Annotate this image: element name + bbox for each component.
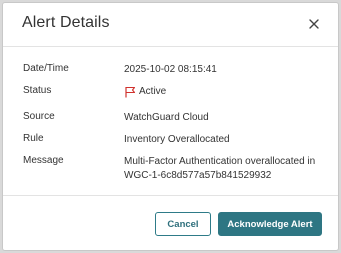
- dialog-header: Alert Details: [3, 3, 338, 47]
- rule-label: Rule: [23, 133, 44, 144]
- flag-icon: [124, 86, 136, 98]
- cancel-button[interactable]: Cancel: [155, 212, 211, 236]
- date-time-label: Date/Time: [23, 63, 69, 74]
- source-label: Source: [23, 111, 55, 122]
- acknowledge-alert-button[interactable]: Acknowledge Alert: [218, 212, 322, 236]
- dialog-title: Alert Details: [22, 14, 110, 31]
- close-icon: [309, 19, 319, 29]
- date-time-value: 2025-10-02 08:15:41: [124, 64, 217, 75]
- message-value: Multi-Factor Authentication overallocate…: [124, 156, 316, 181]
- status-label: Status: [23, 85, 52, 96]
- status-value: Active: [139, 86, 167, 97]
- alert-details-dialog: Alert Details Date/Time 2025-10-02 08:15…: [2, 2, 339, 251]
- close-button[interactable]: [306, 16, 322, 32]
- rule-value: Inventory Overallocated: [124, 134, 230, 145]
- source-value: WatchGuard Cloud: [124, 112, 209, 123]
- message-label: Message: [23, 155, 64, 166]
- status-value-wrap: Active: [124, 85, 324, 99]
- dialog-footer: Cancel Acknowledge Alert: [3, 195, 338, 252]
